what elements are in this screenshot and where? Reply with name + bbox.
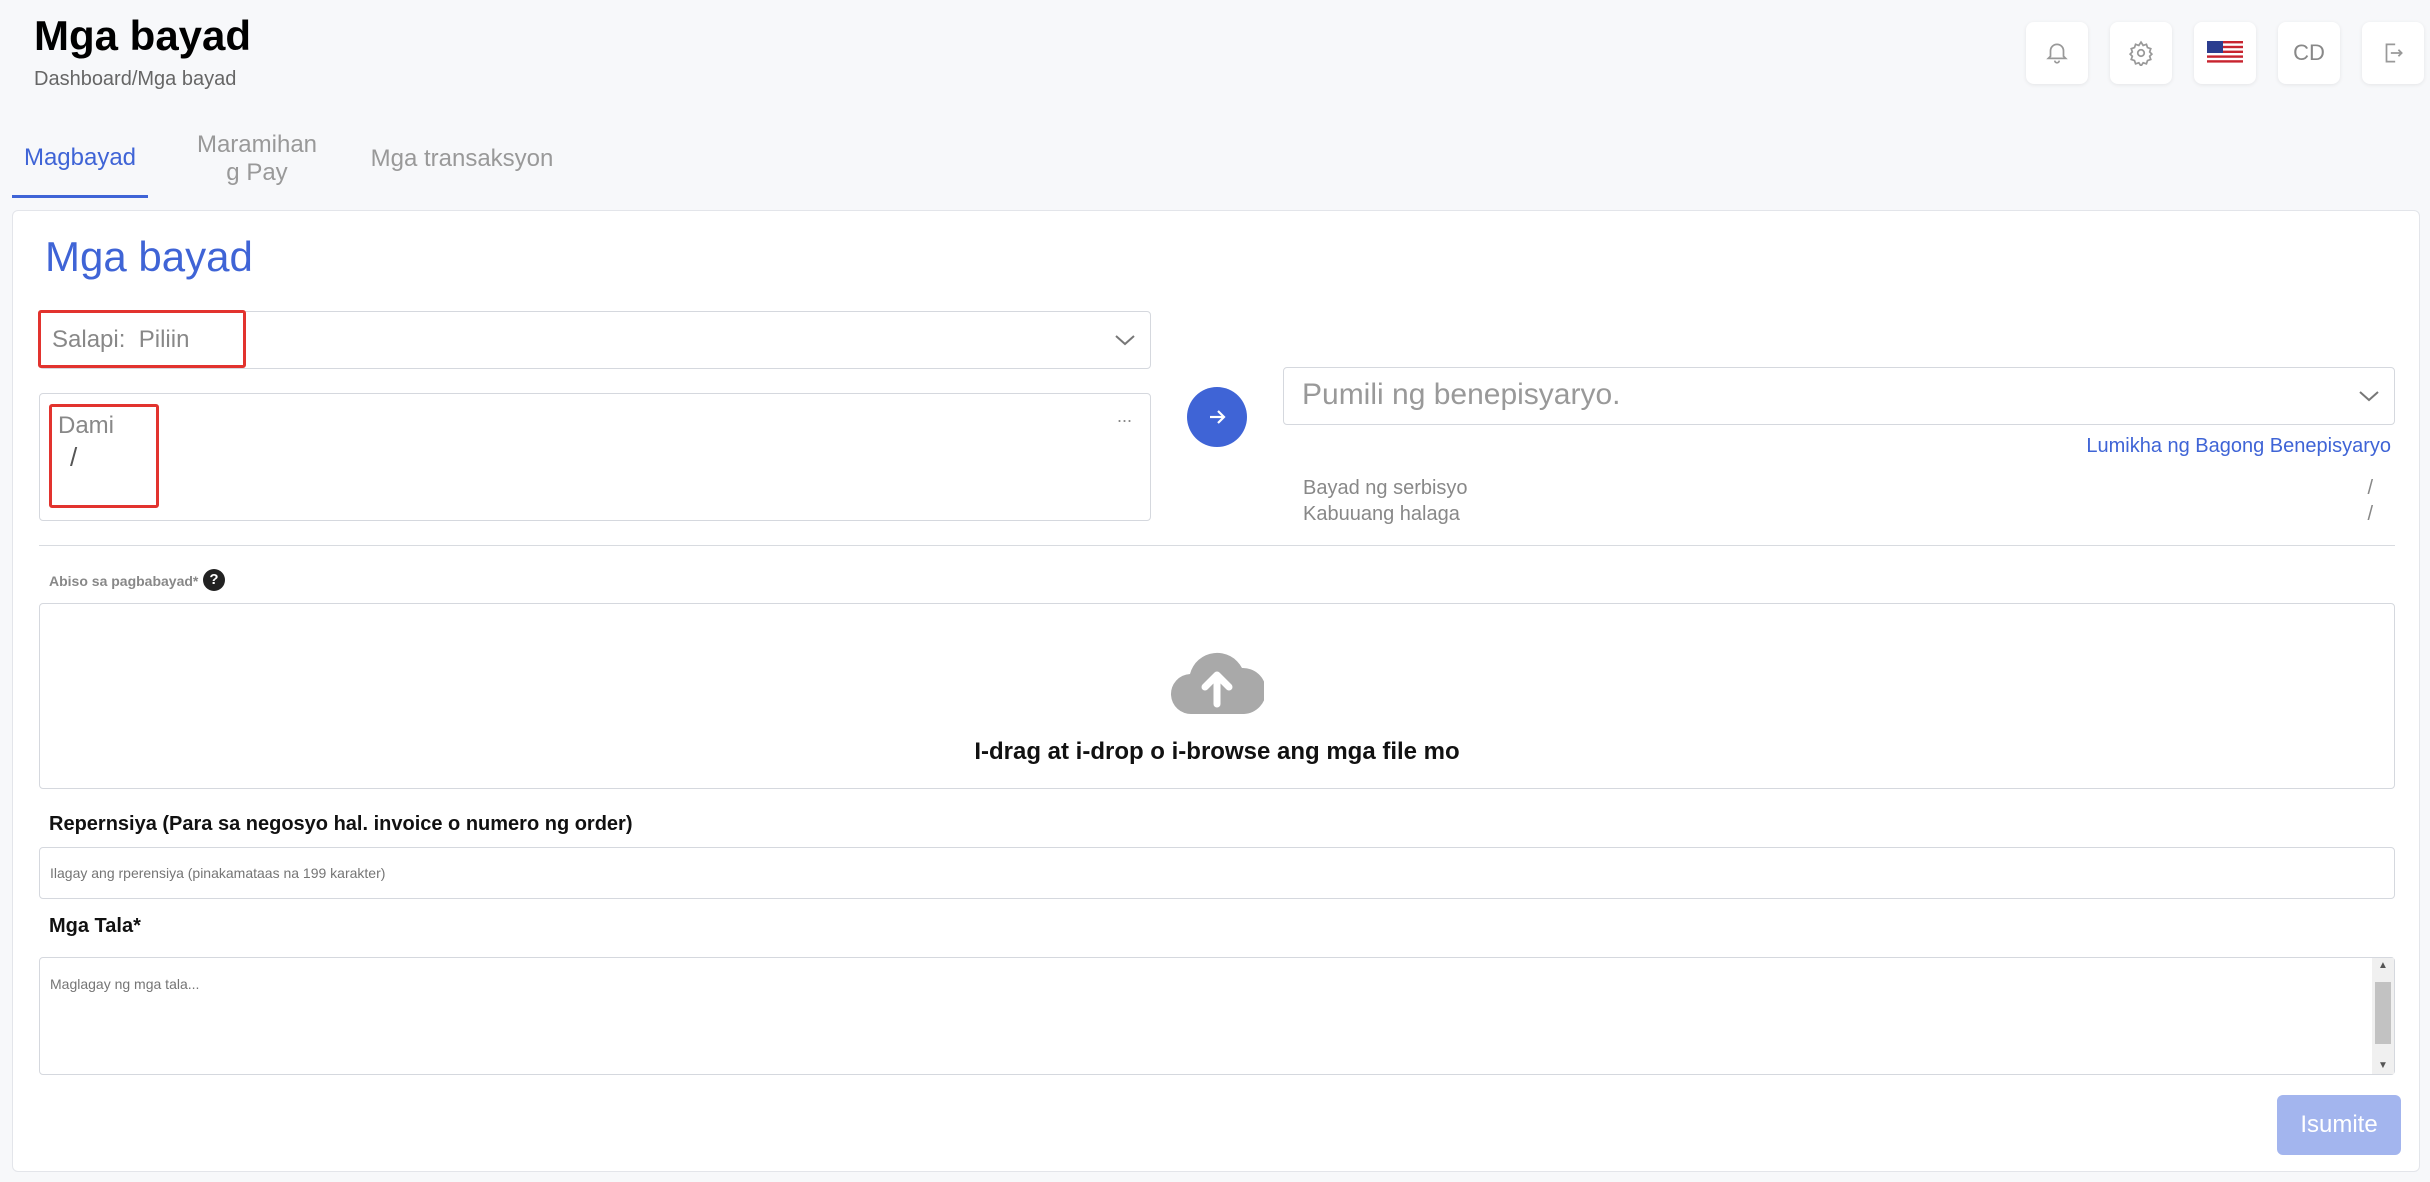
divider: [39, 545, 2395, 546]
notes-scrollbar[interactable]: ▲ ▼: [2372, 958, 2394, 1074]
submit-button[interactable]: Isumite: [2277, 1095, 2401, 1155]
user-avatar[interactable]: CD: [2278, 22, 2340, 84]
tab-label: Magbayad: [23, 143, 137, 171]
gear-icon: [2128, 40, 2154, 66]
tab-label: Maramihan g Pay: [196, 131, 318, 186]
continue-arrow-button[interactable]: [1187, 387, 1247, 447]
tab-magbayad[interactable]: Magbayad: [12, 120, 148, 198]
help-icon[interactable]: ?: [203, 569, 225, 591]
beneficiary-select[interactable]: Pumili ng benepisyaryo.: [1283, 367, 2395, 425]
total-amount-value: /: [2367, 503, 2373, 525]
breadcrumb[interactable]: Dashboard/Mga bayad: [34, 68, 236, 91]
scroll-thumb[interactable]: [2375, 982, 2391, 1044]
chevron-down-icon: [1115, 335, 1135, 346]
beneficiary-placeholder: Pumili ng benepisyaryo.: [1302, 378, 1621, 411]
tab-label: Mga transaksyon: [370, 145, 554, 173]
chevron-down-icon: [2359, 391, 2379, 402]
bell-icon: [2046, 43, 2068, 64]
more-icon[interactable]: ...: [1117, 406, 1132, 427]
arrow-right-icon: [1210, 410, 1226, 424]
amount-field[interactable]: Dami / ...: [39, 393, 1151, 521]
notes-label: Mga Tala*: [49, 915, 141, 937]
service-fee-label: Bayad ng serbisyo: [1303, 477, 1468, 499]
highlight-box: [49, 404, 159, 508]
reference-input[interactable]: [39, 847, 2395, 899]
page-title: Mga bayad: [34, 12, 252, 59]
payment-card: Mga bayad Salapi: Piliin Dami / ... Pumi…: [12, 210, 2420, 1172]
language-button[interactable]: [2194, 22, 2256, 84]
logout-button[interactable]: [2362, 22, 2424, 84]
settings-button[interactable]: [2110, 22, 2172, 84]
tab-transaksyon[interactable]: Mga transaksyon: [362, 120, 562, 198]
tab-maramihang-pay[interactable]: Maramihan g Pay: [182, 120, 332, 198]
service-fee-value: /: [2367, 477, 2373, 499]
scroll-up-icon[interactable]: ▲: [2372, 958, 2394, 974]
notifications-button[interactable]: [2026, 22, 2088, 84]
us-flag-icon: [2207, 41, 2243, 65]
cloud-upload-icon: [1170, 652, 1264, 715]
payment-notice-label: Abiso sa pagbabayad*: [49, 573, 199, 589]
logout-icon: [2385, 43, 2403, 63]
page-header: Mga bayad Dashboard/Mga bayad CD Magbaya…: [0, 0, 2430, 200]
notes-textarea[interactable]: [39, 957, 2395, 1075]
form-heading: Mga bayad: [45, 233, 253, 280]
file-dropzone[interactable]: I-drag at i-drop o i-browse ang mga file…: [39, 603, 2395, 789]
notes-wrapper: ▲ ▼: [39, 957, 2395, 1075]
total-amount-label: Kabuuang halaga: [1303, 503, 1460, 525]
avatar-initials: CD: [2293, 40, 2325, 65]
dropzone-text: I-drag at i-drop o i-browse ang mga file…: [974, 738, 1460, 765]
scroll-down-icon[interactable]: ▼: [2372, 1058, 2394, 1074]
create-beneficiary-link[interactable]: Lumikha ng Bagong Benepisyaryo: [2086, 435, 2391, 458]
reference-label: Repernsiya (Para sa negosyo hal. invoice…: [49, 813, 633, 835]
highlight-box: [38, 310, 246, 368]
